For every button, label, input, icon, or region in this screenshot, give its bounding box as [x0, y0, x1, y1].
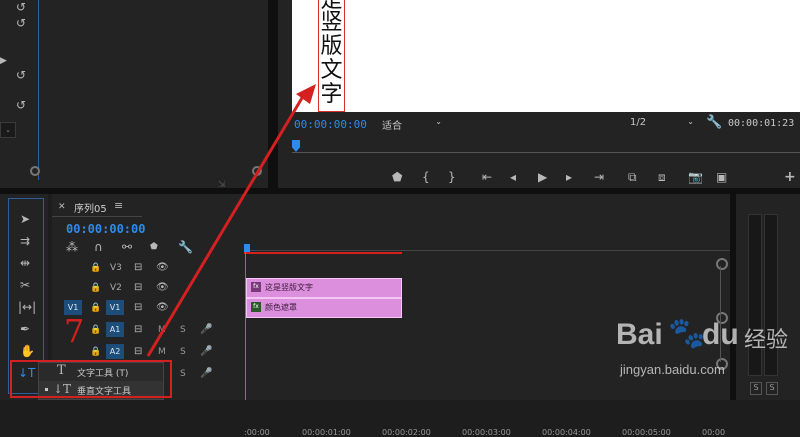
ruler-tick: 00:00:05:00	[622, 428, 671, 437]
baidu-url: jingyan.baidu.com	[620, 362, 725, 377]
baidu-brand-text: 经验	[744, 328, 789, 353]
arrow-shaft	[146, 97, 304, 357]
baidu-logo-text-2: du	[702, 318, 739, 351]
ruler-tick: 00:00:02:00	[382, 428, 431, 437]
baidu-logo-text: Bai	[616, 318, 663, 351]
paw-icon: 🐾	[668, 316, 706, 351]
ruler-tick: :00:00	[244, 428, 270, 437]
ruler-tick: 00:00:03:00	[462, 428, 511, 437]
ruler-tick: 00:00:04:00	[542, 428, 591, 437]
ruler-tick: 00:00:01:00	[302, 428, 351, 437]
baidu-watermark: Bai 🐾 du 经验 jingyan.baidu.com	[612, 310, 800, 386]
ruler-tick: 00:00	[702, 428, 726, 437]
